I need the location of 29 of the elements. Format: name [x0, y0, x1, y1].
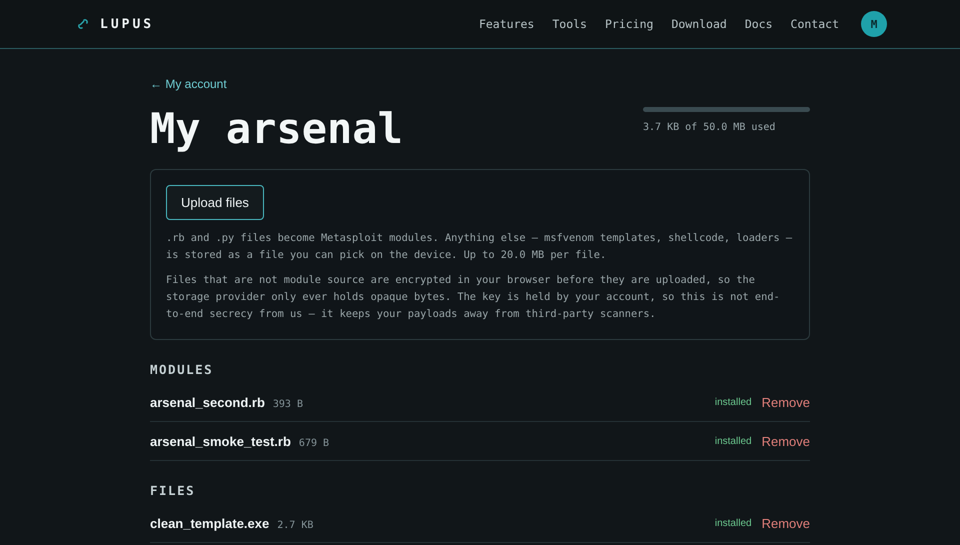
nav-link[interactable]: Download [671, 17, 727, 31]
status-label: installed [714, 518, 752, 528]
nav-link[interactable]: Docs [744, 17, 773, 31]
upload-button[interactable]: Upload files [166, 185, 264, 220]
section-heading: FILES [150, 483, 196, 498]
nav-link[interactable]: Features [478, 17, 534, 31]
file-size: 679 B [298, 438, 330, 448]
file-name: clean_template.exe [150, 516, 270, 530]
storage-reading: 3.7 KB of 50.0 MB used [643, 122, 776, 133]
page-title: My arsenal [150, 103, 403, 155]
avatar-button[interactable]: M [861, 11, 887, 37]
status-label: installed [714, 396, 752, 408]
file-size: 2.7 KB [277, 520, 314, 530]
nav-link[interactable]: Tools [552, 17, 587, 31]
remove-button[interactable]: Remove [762, 394, 810, 410]
remove-button[interactable]: Remove [762, 434, 810, 448]
section-heading: MODULES [150, 362, 214, 377]
nav-link[interactable]: Pricing [604, 17, 654, 31]
description-text: Files that are not module source are encrypted in your browser before they are uploaded, so the storage provider only ever holds opaque bytes. The key is held by your account, so this is not end-to-end secrecy from us — it keeps your payloads away from third-party scanners. [166, 273, 781, 322]
file-name: arsenal_smoke_test.rb [150, 434, 291, 448]
logo-text: LUPUS [100, 16, 154, 32]
back-link[interactable]: ← My account [150, 77, 227, 91]
file-size: 393 B [272, 398, 303, 410]
link-icon [78, 19, 88, 29]
nav-link[interactable]: Contact [790, 17, 839, 31]
file-name: arsenal_second.rb [150, 394, 265, 410]
status-label: installed [714, 436, 752, 446]
description-text: .rb and .py files become Metasploit modules. Anything else — msfvenom templates, shellcode, loaders — is stored as a file you can pick on the device. Up to 20.0 MB per file. [166, 231, 794, 263]
remove-button[interactable]: Remove [762, 516, 810, 530]
